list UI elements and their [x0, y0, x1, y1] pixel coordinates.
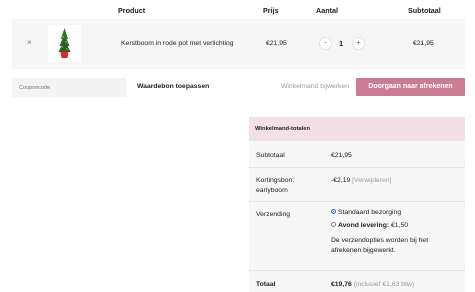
- shipping-option-evening[interactable]: Avond levering: €1,50: [331, 221, 408, 229]
- divider: [249, 270, 465, 271]
- shipping-option-standard[interactable]: Standaard bezorging: [331, 208, 401, 216]
- shipping-note: De verzendopties worden bij het afrekene…: [331, 237, 429, 254]
- column-header-subtotal: Subtotaal: [408, 6, 441, 15]
- quantity-input[interactable]: 1: [339, 39, 343, 48]
- radio-unselected-icon[interactable]: [331, 221, 336, 227]
- radio-selected-icon[interactable]: [331, 208, 336, 214]
- coupon-label: Kortingsbon: earlyboom: [256, 177, 295, 194]
- subtotal-label: Subtotaal: [256, 152, 285, 159]
- shipping-label: Verzending: [256, 211, 291, 218]
- coupon-code-input[interactable]: [12, 78, 126, 97]
- update-cart-button[interactable]: Winkelmand bijwerken: [281, 83, 349, 90]
- remove-coupon-link[interactable]: [Verwijderen]: [352, 177, 391, 184]
- subtotal-value: €21,95: [331, 152, 352, 159]
- apply-coupon-button[interactable]: Waardebon toepassen: [137, 83, 209, 90]
- divider: [249, 167, 465, 168]
- column-header-product: Product: [118, 6, 146, 15]
- remove-item-icon[interactable]: ×: [27, 38, 32, 47]
- coupon-discount-value: -€2,19: [331, 177, 351, 184]
- total-vat: (inclusief €1,63 btw): [353, 281, 415, 288]
- column-header-price: Prijs: [263, 6, 279, 15]
- quantity-increase-button[interactable]: +: [352, 37, 365, 50]
- coupon-discount: -€2,19 [Verwijderen]: [331, 177, 391, 184]
- proceed-to-checkout-button[interactable]: Doorgaan naar afrekenen: [356, 78, 465, 96]
- order-total: €19,76 (inclusief €1,63 btw): [331, 281, 414, 288]
- product-subtotal: €21,95: [413, 40, 434, 47]
- total-value: €19,76: [331, 281, 352, 288]
- christmas-tree-icon: [58, 28, 71, 58]
- product-name-link[interactable]: Kerstboom in rode pot met verlichting: [121, 40, 234, 47]
- total-label: Totaal: [256, 281, 276, 288]
- column-header-quantity: Aantal: [316, 6, 338, 15]
- quantity-decrease-button[interactable]: -: [319, 37, 332, 50]
- divider: [249, 201, 465, 202]
- product-price: €21,95: [266, 40, 287, 47]
- product-thumbnail[interactable]: [48, 25, 81, 62]
- cart-totals-title: Winkelmand-totalen: [249, 117, 465, 141]
